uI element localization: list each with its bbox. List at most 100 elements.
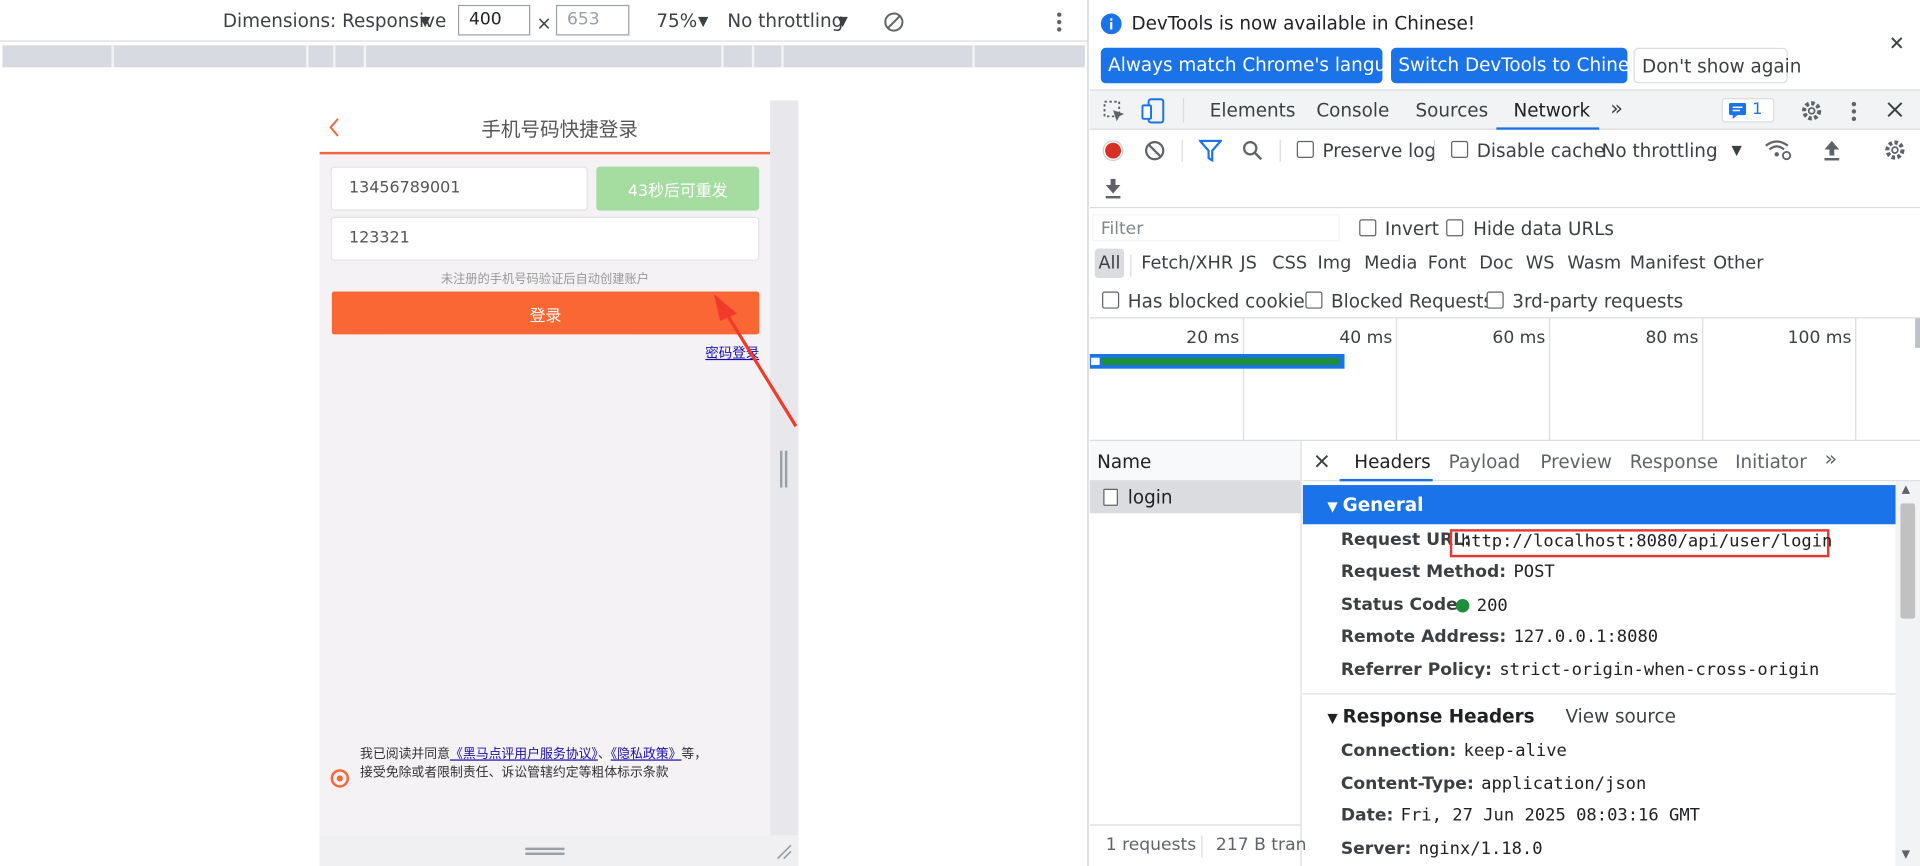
inspect-element-icon[interactable] bbox=[1102, 99, 1126, 123]
type-other[interactable]: Other bbox=[1713, 254, 1763, 274]
media-query-ruler[interactable] bbox=[2, 45, 1085, 68]
filter-icon[interactable] bbox=[1198, 139, 1223, 162]
switch-to-chinese-button[interactable]: Switch DevTools to Chinese bbox=[1391, 47, 1650, 84]
tab-preview[interactable]: Preview bbox=[1540, 451, 1611, 473]
width-input[interactable]: 400 bbox=[457, 4, 531, 36]
tab-initiator[interactable]: Initiator bbox=[1735, 451, 1807, 473]
match-language-button[interactable]: Always match Chrome's language bbox=[1100, 47, 1420, 84]
tick-60ms: 60 ms bbox=[1492, 328, 1546, 348]
close-devtools-icon[interactable] bbox=[1887, 102, 1903, 118]
scroll-up-icon[interactable]: ▲ bbox=[1902, 484, 1910, 496]
agree-radio[interactable] bbox=[330, 769, 349, 788]
dont-show-again-button[interactable]: Don't show again bbox=[1633, 47, 1801, 84]
remote-address-row: Remote Address: 127.0.0.1:8080 bbox=[1340, 627, 1659, 647]
name-column-header[interactable]: Name bbox=[1097, 451, 1151, 473]
tab-payload[interactable]: Payload bbox=[1449, 451, 1521, 473]
third-party-checkbox[interactable] bbox=[1486, 291, 1504, 309]
type-fetch-xhr[interactable]: Fetch/XHR bbox=[1141, 254, 1233, 274]
record-icon[interactable] bbox=[1102, 140, 1124, 162]
devtools-panel: DevTools is now available in Chinese! Al… bbox=[1089, 0, 1920, 866]
agreement-text: 我已阅读并同意《黑马点评用户服务协议》、《隐私政策》等， 接受免除或者限制责任、… bbox=[360, 746, 758, 783]
network-timeline[interactable]: 20 ms 40 ms 60 ms 80 ms 100 ms bbox=[1089, 318, 1920, 441]
settings-gear-icon[interactable] bbox=[1800, 99, 1823, 122]
status-code-value: 200 bbox=[1476, 596, 1508, 617]
export-har-icon[interactable] bbox=[1103, 178, 1123, 200]
type-js[interactable]: JS bbox=[1240, 254, 1257, 274]
phone-input[interactable]: 13456789001 bbox=[330, 166, 588, 211]
device-toggle-icon[interactable] bbox=[1141, 98, 1165, 125]
close-details-icon[interactable] bbox=[1315, 454, 1329, 468]
annotation-arrow-icon bbox=[713, 293, 798, 428]
type-manifest[interactable]: Manifest bbox=[1630, 254, 1706, 274]
type-css[interactable]: CSS bbox=[1272, 254, 1307, 274]
view-source-link[interactable]: View source bbox=[1566, 706, 1676, 728]
request-list: Name login 1 requests 217 B tran bbox=[1089, 440, 1306, 866]
height-input[interactable]: 653 bbox=[555, 4, 630, 36]
tab-response[interactable]: Response bbox=[1630, 451, 1718, 473]
more-detail-tabs-icon[interactable]: » bbox=[1825, 447, 1838, 471]
agreement-line2: 接受免除或者限制责任、诉讼管辖约定等粗体标示条款 bbox=[360, 765, 669, 781]
request-row-login[interactable]: login bbox=[1089, 481, 1301, 514]
scrollbar-thumb[interactable] bbox=[1900, 503, 1916, 619]
rotate-icon[interactable] bbox=[882, 10, 906, 34]
tab-console[interactable]: Console bbox=[1316, 99, 1389, 121]
details-scrollbar[interactable]: ▲ ▼ bbox=[1895, 481, 1920, 866]
throttling-caret-icon[interactable]: ▼ bbox=[1731, 142, 1741, 158]
request-url-value[interactable]: http://localhost:8080/api/user/login bbox=[1461, 532, 1833, 552]
type-ws[interactable]: WS bbox=[1526, 254, 1555, 274]
blocked-requests-checkbox[interactable] bbox=[1305, 291, 1323, 309]
blocked-cookies-checkbox[interactable] bbox=[1102, 291, 1120, 309]
tab-headers[interactable]: Headers bbox=[1354, 451, 1430, 473]
dimensions-caret-icon[interactable]: ▼ bbox=[420, 13, 430, 29]
type-wasm[interactable]: Wasm bbox=[1567, 254, 1621, 274]
type-all[interactable]: All bbox=[1098, 254, 1120, 274]
throttling-caret-icon[interactable]: ▼ bbox=[838, 13, 848, 29]
import-har-icon[interactable] bbox=[1822, 140, 1842, 162]
type-doc[interactable]: Doc bbox=[1479, 254, 1513, 274]
status-ok-dot bbox=[1455, 598, 1470, 613]
resize-corner-icon[interactable] bbox=[775, 843, 792, 860]
disable-cache-label: Disable cache bbox=[1476, 139, 1606, 162]
filter-input[interactable]: Filter bbox=[1092, 214, 1340, 242]
tab-sources[interactable]: Sources bbox=[1416, 99, 1489, 121]
login-button[interactable]: 登录 bbox=[331, 291, 760, 335]
mobile-viewport: 手机号码快捷登录 13456789001 43秒后可重发 123321 未注册的… bbox=[319, 100, 771, 836]
issues-badge[interactable]: 1 bbox=[1721, 97, 1775, 123]
zoom-caret-icon[interactable]: ▼ bbox=[698, 13, 708, 29]
more-tabs-icon[interactable]: » bbox=[1610, 97, 1623, 121]
viewport-bottom-resize[interactable] bbox=[319, 835, 799, 866]
scroll-down-icon[interactable]: ▼ bbox=[1902, 849, 1910, 861]
dimensions-dropdown[interactable]: Dimensions: Responsive bbox=[223, 10, 446, 32]
type-font[interactable]: Font bbox=[1428, 254, 1467, 274]
service-agreement-link[interactable]: 《黑马点评用户服务协议》 bbox=[450, 747, 598, 762]
zoom-dropdown[interactable]: 75% bbox=[656, 10, 697, 32]
clear-icon[interactable] bbox=[1144, 140, 1166, 162]
disable-cache-checkbox[interactable] bbox=[1451, 140, 1469, 159]
issues-count: 1 bbox=[1752, 100, 1763, 119]
resend-code-button[interactable]: 43秒后可重发 bbox=[596, 166, 760, 211]
general-section-header[interactable]: ▼ General bbox=[1302, 485, 1896, 525]
tick-20ms: 20 ms bbox=[1186, 328, 1240, 348]
search-icon[interactable] bbox=[1242, 140, 1264, 162]
invert-checkbox[interactable] bbox=[1359, 219, 1377, 237]
tab-network[interactable]: Network bbox=[1513, 99, 1590, 121]
date-row: Date: Fri, 27 Jun 2025 08:03:16 GMT bbox=[1340, 805, 1700, 826]
tab-elements[interactable]: Elements bbox=[1210, 99, 1296, 121]
network-throttling-dropdown[interactable]: No throttling bbox=[1602, 140, 1718, 162]
response-headers-section-header[interactable]: ▼ Response Headers View source bbox=[1303, 697, 1896, 736]
kebab-menu-icon[interactable] bbox=[1849, 99, 1859, 123]
close-icon[interactable] bbox=[1889, 36, 1904, 51]
hide-data-urls-checkbox[interactable] bbox=[1446, 219, 1464, 237]
more-options-icon[interactable] bbox=[1053, 10, 1065, 34]
third-party-label: 3rd-party requests bbox=[1512, 290, 1684, 313]
code-input[interactable]: 123321 bbox=[330, 216, 760, 261]
network-settings-gear-icon[interactable] bbox=[1883, 138, 1906, 161]
preserve-log-checkbox[interactable] bbox=[1296, 140, 1314, 159]
privacy-policy-link[interactable]: 《隐私政策》 bbox=[611, 747, 682, 762]
general-title: General bbox=[1342, 493, 1424, 516]
type-media[interactable]: Media bbox=[1364, 254, 1417, 274]
network-conditions-icon[interactable] bbox=[1765, 138, 1792, 161]
viewport-resize-gutter[interactable] bbox=[770, 100, 799, 866]
type-img[interactable]: Img bbox=[1318, 254, 1352, 274]
throttling-dropdown[interactable]: No throttling bbox=[727, 10, 843, 32]
